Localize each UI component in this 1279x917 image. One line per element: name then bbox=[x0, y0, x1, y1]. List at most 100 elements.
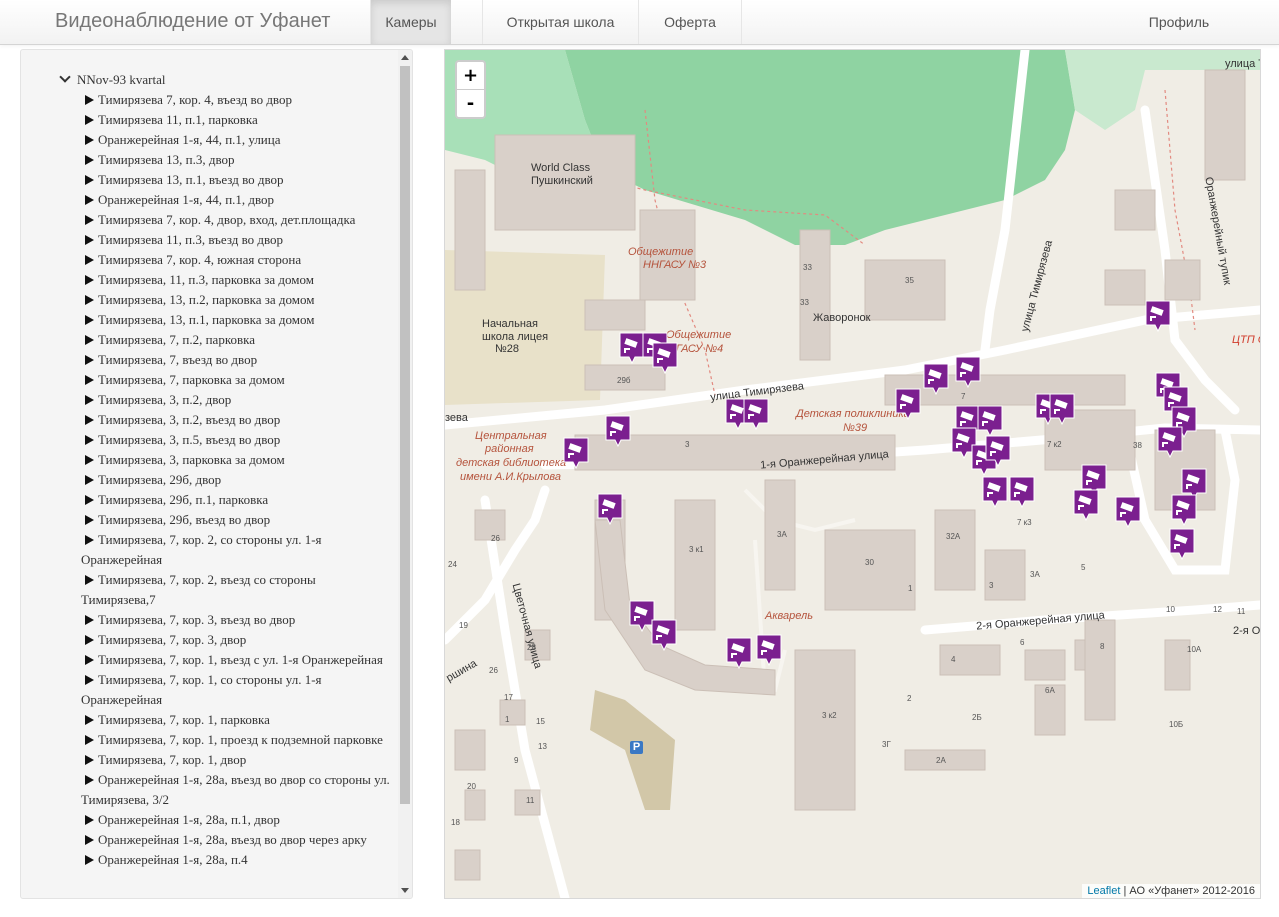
caret-right-icon[interactable] bbox=[85, 95, 94, 105]
camera-tree-item[interactable]: Тимирязева 11, п.1, парковка bbox=[81, 110, 391, 130]
camera-tree-item[interactable]: Тимирязева, 7, кор. 3, двор bbox=[81, 630, 391, 650]
caret-right-icon[interactable] bbox=[85, 735, 94, 745]
camera-marker-icon[interactable] bbox=[756, 634, 782, 666]
caret-right-icon[interactable] bbox=[85, 855, 94, 865]
camera-tree-item[interactable]: Тимирязева, 7, кор. 1, проезд к подземно… bbox=[81, 730, 391, 750]
camera-tree-item[interactable]: Оранжерейная 1-я, 28а, въезд во двор со … bbox=[81, 770, 391, 810]
camera-tree-item[interactable]: Тимирязева, 7, кор. 2, въезд со стороны … bbox=[81, 570, 391, 610]
caret-right-icon[interactable] bbox=[85, 275, 94, 285]
camera-tree-item[interactable]: Тимирязева 7, кор. 4, южная сторона bbox=[81, 250, 391, 270]
camera-tree-item[interactable]: Тимирязева, 7, п.2, парковка bbox=[81, 330, 391, 350]
camera-tree-item[interactable]: Тимирязева, 7, кор. 1, въезд с ул. 1-я О… bbox=[81, 650, 391, 670]
camera-tree-item[interactable]: Тимирязева 7, кор. 4, въезд во двор bbox=[81, 90, 391, 110]
caret-right-icon[interactable] bbox=[85, 815, 94, 825]
camera-tree-item[interactable]: Тимирязева 7, кор. 4, двор, вход, дет.пл… bbox=[81, 210, 391, 230]
nav-cameras[interactable]: Камеры bbox=[371, 0, 451, 44]
caret-right-icon[interactable] bbox=[85, 475, 94, 485]
caret-right-icon[interactable] bbox=[85, 715, 94, 725]
caret-right-icon[interactable] bbox=[85, 395, 94, 405]
caret-right-icon[interactable] bbox=[85, 235, 94, 245]
camera-marker-icon[interactable] bbox=[563, 437, 589, 469]
camera-tree-item[interactable]: Тимирязева, 7, парковка за домом bbox=[81, 370, 391, 390]
caret-right-icon[interactable] bbox=[85, 295, 94, 305]
camera-marker-icon[interactable] bbox=[652, 342, 678, 374]
zoom-out-button[interactable]: - bbox=[457, 90, 484, 117]
camera-tree-item[interactable]: Тимирязева, 29б, двор bbox=[81, 470, 391, 490]
tree-root-node[interactable]: NNov-93 kvartal bbox=[59, 70, 165, 90]
camera-tree-item[interactable]: Тимирязева, 7, кор. 1, со стороны ул. 1-… bbox=[81, 670, 391, 710]
caret-right-icon[interactable] bbox=[85, 355, 94, 365]
camera-map[interactable]: + - World Class Пушкинский Общежитие ННГАСУ… bbox=[444, 49, 1261, 899]
camera-marker-icon[interactable] bbox=[597, 493, 623, 525]
caret-right-icon[interactable] bbox=[85, 775, 94, 785]
caret-right-icon[interactable] bbox=[85, 315, 94, 325]
camera-tree-item[interactable]: Оранжерейная 1-я, 44, п.1, двор bbox=[81, 190, 391, 210]
camera-marker-icon[interactable] bbox=[651, 619, 677, 651]
caret-right-icon[interactable] bbox=[85, 535, 94, 545]
nav-open-school[interactable]: Открытая школа bbox=[483, 0, 638, 44]
caret-right-icon[interactable] bbox=[85, 375, 94, 385]
caret-right-icon[interactable] bbox=[85, 635, 94, 645]
scroll-thumb[interactable] bbox=[400, 66, 410, 804]
camera-marker-icon[interactable] bbox=[982, 476, 1008, 508]
camera-marker-icon[interactable] bbox=[985, 435, 1011, 467]
scroll-down-arrow-icon[interactable] bbox=[401, 888, 409, 893]
camera-marker-icon[interactable] bbox=[1169, 528, 1195, 560]
camera-tree-item[interactable]: Тимирязева 13, п.3, двор bbox=[81, 150, 391, 170]
brand-title[interactable]: Видеонаблюдение от Уфанет bbox=[55, 10, 330, 33]
caret-right-icon[interactable] bbox=[85, 175, 94, 185]
camera-tree-item[interactable]: Тимирязева, 7, кор. 3, въезд во двор bbox=[81, 610, 391, 630]
caret-right-icon[interactable] bbox=[85, 755, 94, 765]
camera-tree-item[interactable]: Тимирязева, 29б, въезд во двор bbox=[81, 510, 391, 530]
caret-right-icon[interactable] bbox=[85, 195, 94, 205]
tree-scrollbar[interactable] bbox=[398, 50, 412, 898]
nav-offer[interactable]: Оферта bbox=[639, 0, 741, 44]
camera-marker-icon[interactable] bbox=[605, 415, 631, 447]
caret-right-icon[interactable] bbox=[85, 835, 94, 845]
camera-tree-item[interactable]: Тимирязева 13, п.1, въезд во двор bbox=[81, 170, 391, 190]
caret-right-icon[interactable] bbox=[85, 515, 94, 525]
camera-tree-item[interactable]: Тимирязева, 29б, п.1, парковка bbox=[81, 490, 391, 510]
camera-marker-icon[interactable] bbox=[743, 398, 769, 430]
caret-right-icon[interactable] bbox=[85, 455, 94, 465]
camera-tree-item[interactable]: Тимирязева, 7, кор. 1, парковка bbox=[81, 710, 391, 730]
caret-right-icon[interactable] bbox=[85, 115, 94, 125]
camera-marker-icon[interactable] bbox=[977, 405, 1003, 437]
caret-right-icon[interactable] bbox=[85, 495, 94, 505]
camera-marker-icon[interactable] bbox=[955, 356, 981, 388]
caret-right-icon[interactable] bbox=[85, 435, 94, 445]
caret-right-icon[interactable] bbox=[85, 615, 94, 625]
camera-marker-icon[interactable] bbox=[1009, 476, 1035, 508]
camera-marker-icon[interactable] bbox=[1145, 300, 1171, 332]
chevron-down-icon[interactable] bbox=[59, 71, 71, 83]
camera-tree-item[interactable]: Оранжерейная 1-я, 28а, п.4 bbox=[81, 850, 391, 870]
leaflet-link[interactable]: Leaflet bbox=[1087, 885, 1120, 897]
camera-tree-item[interactable]: Тимирязева, 7, кор. 2, со стороны ул. 1-… bbox=[81, 530, 391, 570]
camera-tree-item[interactable]: Тимирязева 11, п.3, въезд во двор bbox=[81, 230, 391, 250]
nav-profile[interactable]: Профиль bbox=[1133, 0, 1225, 44]
caret-right-icon[interactable] bbox=[85, 655, 94, 665]
camera-tree-item[interactable]: Тимирязева, 11, п.3, парковка за домом bbox=[81, 270, 391, 290]
camera-marker-icon[interactable] bbox=[1171, 494, 1197, 526]
camera-tree-item[interactable]: Оранжерейная 1-я, 28а, п.1, двор bbox=[81, 810, 391, 830]
camera-tree-item[interactable]: Тимирязева, 3, п.2, въезд во двор bbox=[81, 410, 391, 430]
camera-tree-item[interactable]: Тимирязева, 3, п.2, двор bbox=[81, 390, 391, 410]
camera-marker-icon[interactable] bbox=[895, 388, 921, 420]
scroll-up-arrow-icon[interactable] bbox=[401, 55, 409, 60]
caret-right-icon[interactable] bbox=[85, 135, 94, 145]
caret-right-icon[interactable] bbox=[85, 155, 94, 165]
camera-marker-icon[interactable] bbox=[1049, 393, 1075, 425]
caret-right-icon[interactable] bbox=[85, 575, 94, 585]
camera-tree-item[interactable]: Оранжерейная 1-я, 44, п.1, улица bbox=[81, 130, 391, 150]
camera-tree-item[interactable]: Тимирязева, 7, въезд во двор bbox=[81, 350, 391, 370]
camera-marker-icon[interactable] bbox=[726, 637, 752, 669]
camera-marker-icon[interactable] bbox=[1115, 496, 1141, 528]
caret-right-icon[interactable] bbox=[85, 335, 94, 345]
caret-right-icon[interactable] bbox=[85, 415, 94, 425]
caret-right-icon[interactable] bbox=[85, 675, 94, 685]
camera-marker-icon[interactable] bbox=[923, 363, 949, 395]
camera-marker-icon[interactable] bbox=[1157, 426, 1183, 458]
camera-tree-item[interactable]: Тимирязева, 13, п.1, парковка за домом bbox=[81, 310, 391, 330]
caret-right-icon[interactable] bbox=[85, 215, 94, 225]
camera-marker-icon[interactable] bbox=[1073, 489, 1099, 521]
